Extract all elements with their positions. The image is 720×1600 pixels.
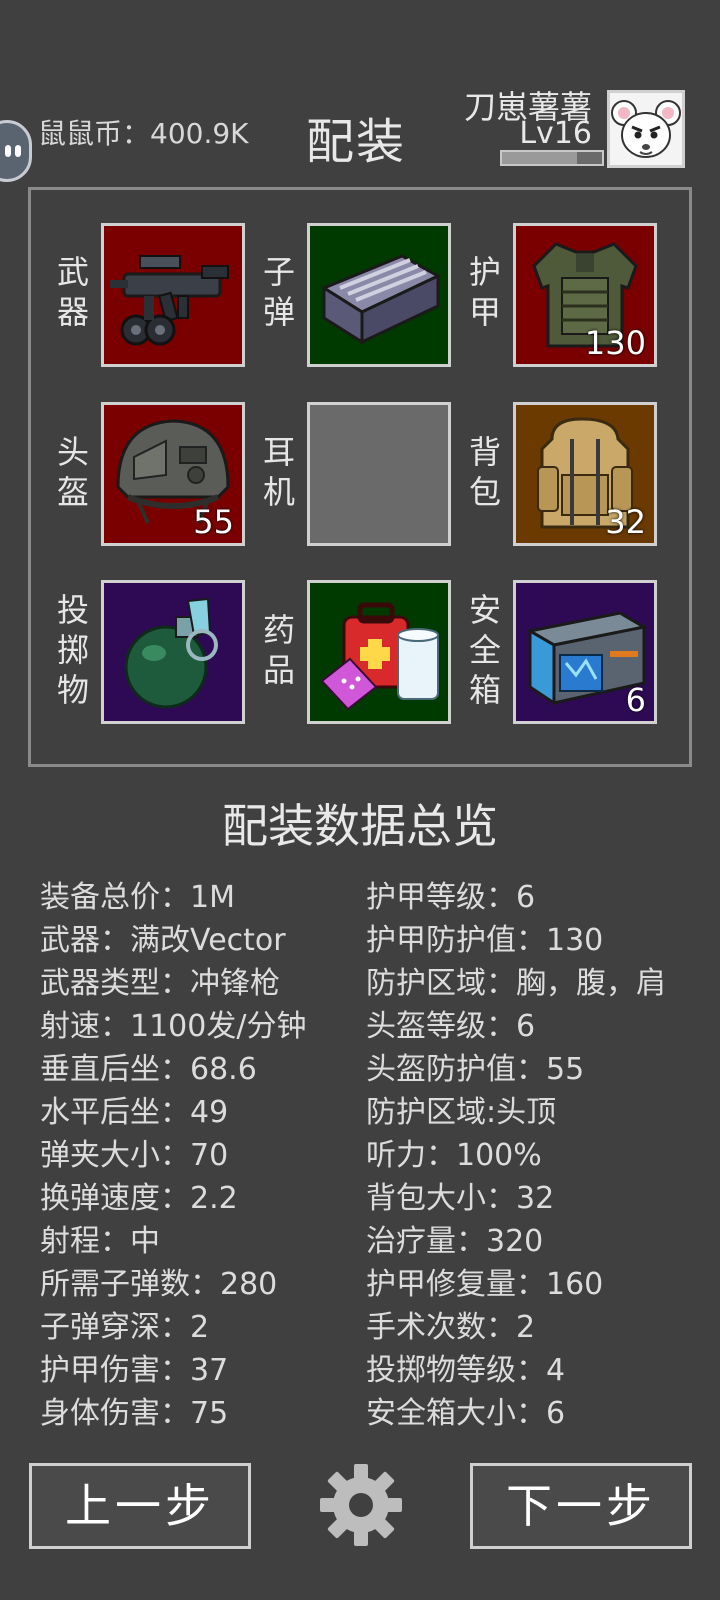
medkit-icon bbox=[320, 602, 439, 711]
slot-label-armor: 护甲 bbox=[468, 253, 501, 331]
page-title: 配装 bbox=[306, 114, 407, 170]
stat-magazine-size: 弹夹大小：70 bbox=[40, 1138, 229, 1173]
settings-button[interactable] bbox=[318, 1462, 404, 1548]
ammo-box-icon bbox=[320, 254, 442, 345]
stat-helmet-zones: 防护区域:头顶 bbox=[366, 1095, 557, 1130]
stat-total-value: 装备总价：1M bbox=[40, 880, 235, 915]
stat-helmet-protection: 头盔防护值：55 bbox=[366, 1052, 585, 1087]
smg-weapon-icon bbox=[110, 255, 229, 346]
slot-throwable[interactable] bbox=[101, 580, 245, 724]
slot-headset-empty[interactable] bbox=[307, 402, 451, 546]
slot-label-headset: 耳机 bbox=[262, 433, 295, 511]
slot-label-ammo: 子弹 bbox=[262, 253, 295, 331]
mouse-avatar-icon bbox=[611, 100, 681, 158]
slot-safebox[interactable]: 6 bbox=[513, 580, 657, 724]
xp-bar bbox=[500, 150, 604, 166]
stat-armor-repair: 护甲修复量：160 bbox=[366, 1267, 604, 1302]
stat-healing: 治疗量：320 bbox=[366, 1224, 544, 1259]
slot-ammo[interactable] bbox=[307, 223, 451, 367]
stat-range: 射程：中 bbox=[40, 1224, 160, 1259]
stat-throwable-level: 投掷物等级：4 bbox=[366, 1353, 566, 1388]
currency-display: 鼠鼠币：400.9K bbox=[38, 117, 249, 150]
stat-armor-zones: 防护区域：胸，腹，肩 bbox=[366, 966, 666, 1001]
stat-safebox-size: 安全箱大小：6 bbox=[366, 1396, 566, 1431]
slot-label-backpack: 背包 bbox=[468, 433, 501, 511]
stat-reload-speed: 换弹速度：2.2 bbox=[40, 1181, 238, 1216]
slot-backpack[interactable]: 32 bbox=[513, 402, 657, 546]
stat-armor-level: 护甲等级：6 bbox=[366, 880, 536, 915]
stat-surgery-count: 手术次数：2 bbox=[366, 1310, 536, 1345]
slot-label-safebox: 安全箱 bbox=[468, 591, 501, 709]
next-step-button[interactable]: 下一步 bbox=[470, 1463, 692, 1549]
avatar[interactable] bbox=[607, 90, 685, 168]
xp-bar-fill bbox=[502, 152, 577, 164]
equipment-panel: 武器 子弹 护甲 130 头盔 55 耳机 背包 32 投掷物 药品 安全箱 6 bbox=[28, 187, 692, 767]
helmet-durability: 55 bbox=[193, 503, 234, 541]
stat-vertical-recoil: 垂直后坐：68.6 bbox=[40, 1052, 257, 1087]
stat-fire-rate: 射速：1100发/分钟 bbox=[40, 1009, 307, 1044]
stat-body-damage: 身体伤害：75 bbox=[40, 1396, 229, 1431]
gear-icon bbox=[320, 1464, 402, 1546]
slot-armor[interactable]: 130 bbox=[513, 223, 657, 367]
backpack-capacity: 32 bbox=[605, 503, 646, 541]
slot-label-throwable: 投掷物 bbox=[56, 591, 89, 709]
slot-label-helmet: 头盔 bbox=[56, 433, 89, 511]
stat-hearing: 听力：100% bbox=[366, 1138, 542, 1173]
stat-weapon-type: 武器类型：冲锋枪 bbox=[40, 966, 280, 1001]
stat-ammo-required: 所需子弹数：280 bbox=[40, 1267, 278, 1302]
grenade-icon bbox=[124, 597, 218, 709]
side-menu-handle[interactable] bbox=[0, 120, 32, 182]
slot-label-weapon: 武器 bbox=[56, 253, 89, 331]
prev-step-button[interactable]: 上一步 bbox=[29, 1463, 251, 1549]
stat-backpack-size: 背包大小：32 bbox=[366, 1181, 555, 1216]
stat-armor-damage: 护甲伤害：37 bbox=[40, 1353, 229, 1388]
stat-weapon: 武器：满改Vector bbox=[40, 923, 286, 958]
stat-armor-protection: 护甲防护值：130 bbox=[366, 923, 604, 958]
slot-medicine[interactable] bbox=[307, 580, 451, 724]
stat-penetration: 子弹穿深：2 bbox=[40, 1310, 210, 1345]
safebox-size: 6 bbox=[625, 681, 646, 719]
stat-horizontal-recoil: 水平后坐：49 bbox=[40, 1095, 229, 1130]
armor-durability: 130 bbox=[584, 324, 646, 362]
summary-title: 配装数据总览 bbox=[222, 799, 498, 853]
slot-label-medicine: 药品 bbox=[262, 611, 295, 689]
stats-right-column: 护甲等级：6 护甲防护值：130 防护区域：胸，腹，肩 头盔等级：6 头盔防护值… bbox=[366, 876, 666, 1435]
stats-left-column: 装备总价：1M 武器：满改Vector 武器类型：冲锋枪 射速：1100发/分钟… bbox=[40, 876, 306, 1435]
slot-helmet[interactable]: 55 bbox=[101, 402, 245, 546]
stat-helmet-level: 头盔等级：6 bbox=[366, 1009, 536, 1044]
slot-weapon[interactable] bbox=[101, 223, 245, 367]
player-level: Lv16 bbox=[519, 116, 592, 151]
